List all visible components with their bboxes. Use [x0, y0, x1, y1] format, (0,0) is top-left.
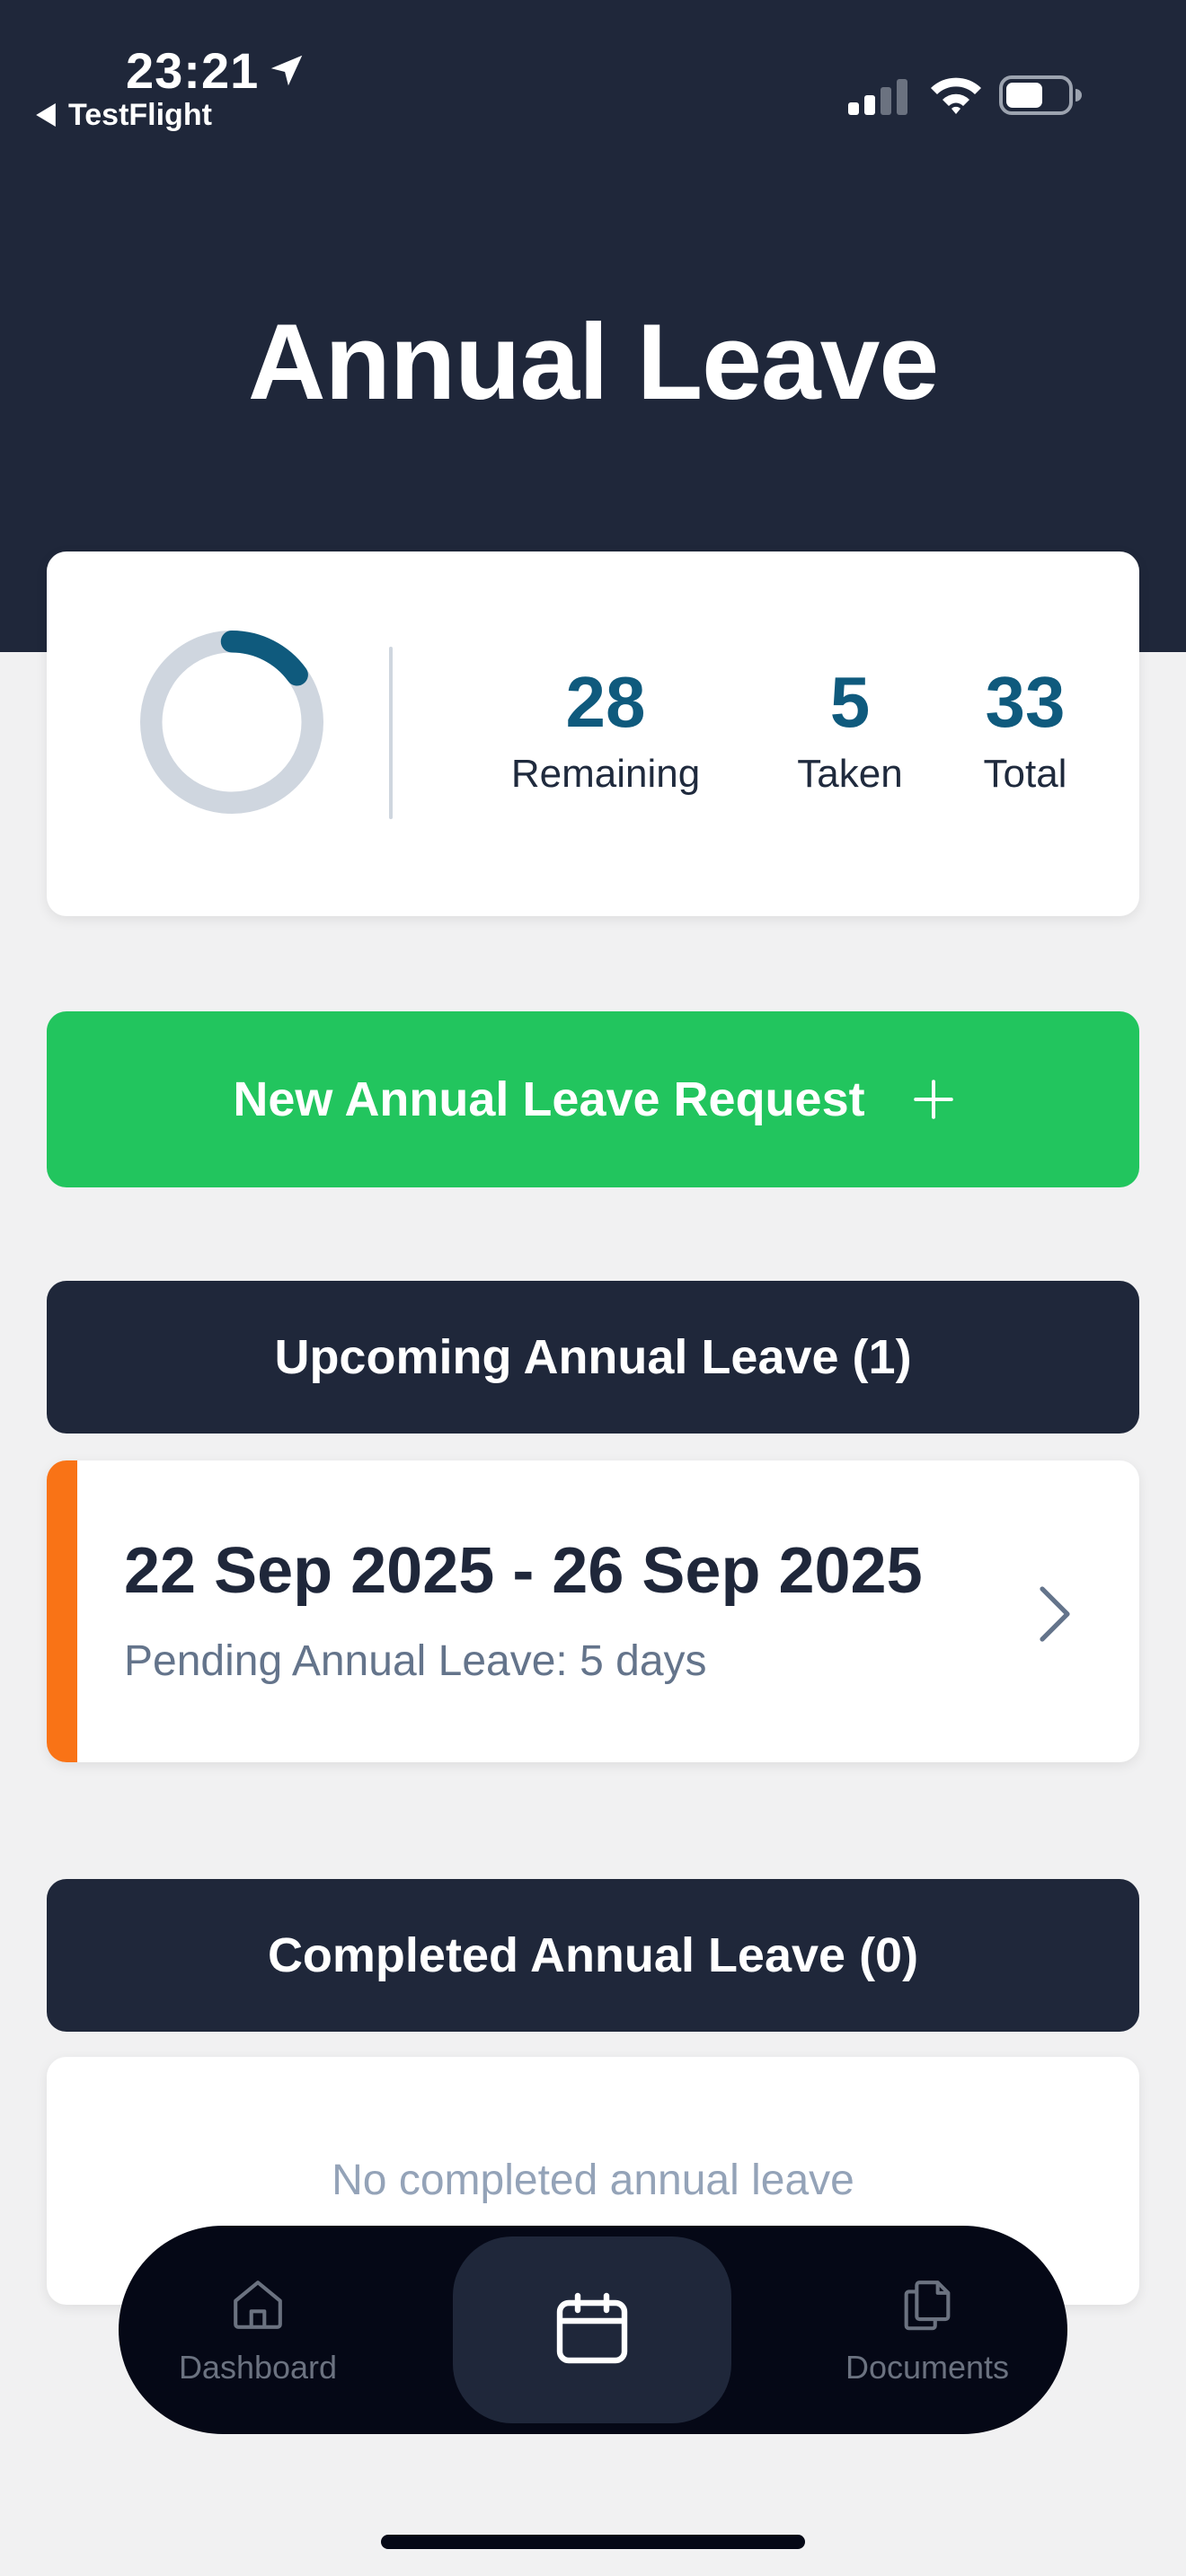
tab-calendar[interactable]: [453, 2236, 731, 2423]
documents-icon: [904, 2280, 951, 2331]
taken-label: Taken: [797, 752, 903, 796]
stat-remaining: 28 Remaining: [449, 666, 762, 796]
back-link-label: TestFlight: [68, 97, 212, 132]
upcoming-section-header: Upcoming Annual Leave (1): [47, 1281, 1139, 1434]
plus-icon: [913, 1080, 953, 1119]
taken-value: 5: [829, 662, 871, 742]
calendar-icon: [556, 2292, 628, 2364]
back-triangle-icon: [36, 103, 56, 127]
bottom-tab-bar: Dashboard Documents: [119, 2226, 1067, 2434]
leave-status-text: Pending Annual Leave: 5 days: [124, 1637, 707, 1685]
tab-dashboard[interactable]: Dashboard: [155, 2226, 361, 2434]
leave-summary-card: 28 Remaining 5 Taken 33 Total: [47, 551, 1139, 916]
home-indicator: [381, 2535, 805, 2549]
battery-icon: [999, 75, 1082, 115]
tab-documents[interactable]: Documents: [819, 2226, 1035, 2434]
remaining-label: Remaining: [510, 752, 701, 796]
location-arrow-icon: [270, 55, 303, 86]
leave-progress-ring: [140, 631, 323, 814]
leave-dates: 22 Sep 2025 - 26 Sep 2025: [124, 1535, 923, 1607]
signal-icon: [848, 79, 907, 115]
tab-dashboard-label: Dashboard: [178, 2349, 338, 2386]
completed-header-label: Completed Annual Leave (0): [267, 1928, 919, 1982]
total-label: Total: [983, 752, 1067, 796]
upcoming-header-label: Upcoming Annual Leave (1): [274, 1330, 912, 1384]
status-time: 23:21: [126, 42, 260, 99]
completed-section-header: Completed Annual Leave (0): [47, 1879, 1139, 2032]
empty-state-text: No completed annual leave: [332, 2157, 854, 2204]
remaining-value: 28: [565, 662, 646, 742]
wifi-icon: [931, 77, 981, 114]
upcoming-leave-item[interactable]: 22 Sep 2025 - 26 Sep 2025 Pending Annual…: [47, 1460, 1139, 1762]
tab-documents-label: Documents: [845, 2349, 1010, 2386]
total-value: 33: [985, 662, 1066, 742]
back-to-testflight-link[interactable]: TestFlight: [36, 97, 212, 133]
new-annual-leave-request-button[interactable]: New Annual Leave Request: [47, 1011, 1139, 1187]
stat-taken: 5 Taken: [748, 666, 952, 796]
new-request-label: New Annual Leave Request: [233, 1072, 865, 1126]
summary-divider: [389, 647, 393, 819]
pending-status-bar: [47, 1460, 77, 1762]
chevron-right-icon: [1040, 1586, 1070, 1642]
page-title: Annual Leave: [247, 302, 939, 422]
stat-total: 33 Total: [933, 666, 1118, 796]
home-icon: [234, 2280, 282, 2329]
